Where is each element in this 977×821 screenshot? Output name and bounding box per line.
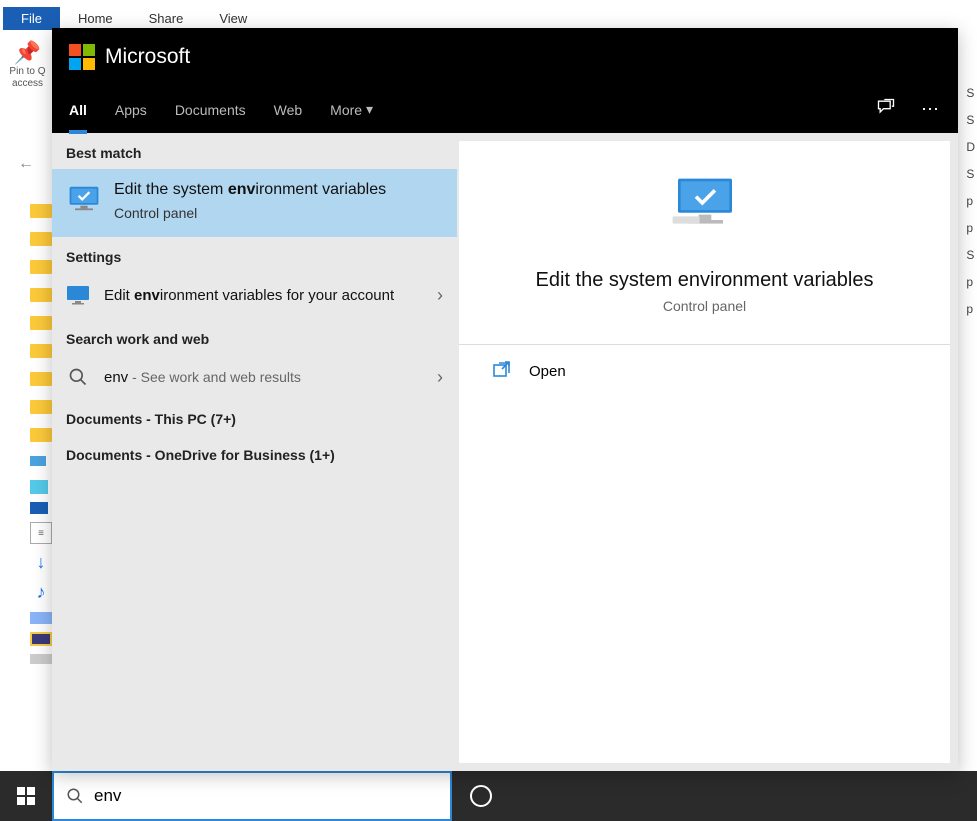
downloads-icon[interactable]: ↓ [30,552,52,574]
more-options-icon[interactable]: ⋯ [921,99,941,120]
folder-icon[interactable] [30,204,52,218]
ribbon-home-tab[interactable]: Home [60,7,131,30]
taskbar-search-box[interactable] [52,771,452,821]
pin-to-quick-access[interactable]: 📌 Pin to Q access [5,40,50,90]
detail-title: Edit the system environment variables [536,269,874,292]
tab-web[interactable]: Web [274,86,303,133]
monitor-check-icon [66,185,102,213]
tab-more[interactable]: More ▾ [330,86,373,133]
folder-icon[interactable] [30,344,52,358]
explorer-sidebar: ≡ ↓ ♪ [30,190,52,672]
microsoft-logo-icon [69,44,95,70]
monitor-check-icon-large [669,175,741,235]
folder-icon[interactable] [30,372,52,386]
best-match-title: Edit the system environment variables [114,181,386,199]
monitor-icon [66,283,90,307]
object3d-icon[interactable] [30,480,48,494]
partial-right-text: SSDSppSpp [966,86,975,316]
cortana-icon [470,785,492,807]
folder-icon[interactable] [30,232,52,246]
thispc-icon[interactable] [30,456,46,466]
folder-icon[interactable] [30,400,52,414]
folder-icon[interactable] [30,260,52,274]
open-label: Open [529,363,566,380]
section-settings: Settings [52,237,457,273]
pin-label-2: access [5,78,50,90]
chevron-right-icon: › [437,285,443,306]
tab-documents[interactable]: Documents [175,86,246,133]
folder-icon[interactable] [30,288,52,302]
windows-logo-icon [17,787,35,805]
search-icon [66,365,90,389]
drive-icon[interactable] [30,654,52,664]
microsoft-logo-text: Microsoft [105,45,190,69]
videos-icon[interactable] [30,632,52,646]
settings-result-label: Edit environment variables for your acco… [104,287,437,304]
ribbon-file-tab[interactable]: File [3,7,60,30]
best-match-subtitle: Control panel [114,205,386,221]
pin-label-1: Pin to Q [5,66,50,78]
search-filter-tabs: All Apps Documents Web More ▾ ⋯ [52,86,958,133]
ribbon-view-tab[interactable]: View [201,7,265,30]
search-results-list: Best match Edit the system environment v… [52,133,457,771]
settings-result-edit-env-user[interactable]: Edit environment variables for your acco… [52,273,457,319]
ribbon-share-tab[interactable]: Share [131,7,202,30]
start-button[interactable] [0,771,52,821]
tab-all[interactable]: All [69,86,87,133]
chevron-right-icon: › [437,367,443,388]
folder-icon[interactable] [30,428,52,442]
detail-subtitle: Control panel [663,298,746,314]
tab-apps[interactable]: Apps [115,86,147,133]
nav-back-button[interactable]: ← [18,155,34,173]
web-result-label: env - See work and web results [104,369,437,386]
folder-icon[interactable] [30,316,52,330]
documents-icon[interactable]: ≡ [30,522,52,544]
feedback-icon[interactable] [876,97,896,122]
search-input[interactable] [94,786,438,806]
open-icon [493,361,511,382]
open-action[interactable]: Open [459,345,950,398]
pin-icon: 📌 [5,40,50,66]
result-detail-pane: Edit the system environment variables Co… [459,141,950,763]
section-documents-thispc[interactable]: Documents - This PC (7+) [52,401,457,437]
music-icon[interactable]: ♪ [30,582,52,604]
cortana-button[interactable] [452,771,510,821]
section-best-match: Best match [52,133,457,169]
web-result-env[interactable]: env - See work and web results › [52,355,457,401]
search-header: Microsoft [52,28,958,86]
desktop-icon[interactable] [30,502,48,514]
section-work-web: Search work and web [52,319,457,355]
taskbar [0,771,977,821]
pictures-icon[interactable] [30,612,52,624]
search-icon [66,787,84,805]
section-documents-onedrive[interactable]: Documents - OneDrive for Business (1+) [52,437,457,473]
search-results-panel: Microsoft All Apps Documents Web More ▾ … [52,28,958,771]
best-match-result[interactable]: Edit the system environment variables Co… [52,169,457,237]
